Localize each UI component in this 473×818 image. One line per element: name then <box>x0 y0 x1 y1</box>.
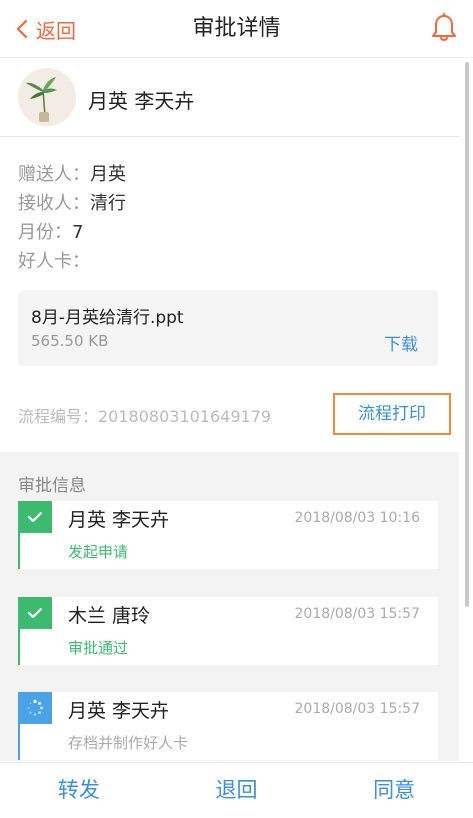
approval-section-title: 审批信息 <box>18 476 86 496</box>
field-value: 清行 <box>90 193 126 214</box>
field-card: 好人卡： <box>18 247 126 276</box>
approval-step: 月英 李天卉 2018/08/03 15:57 存档并制作好人卡 <box>18 692 438 760</box>
check-icon <box>18 501 52 533</box>
approval-step: 月英 李天卉 2018/08/03 10:16 发起申请 <box>18 501 438 569</box>
check-icon <box>18 597 52 629</box>
field-value: 7 <box>72 222 84 243</box>
field-label: 月份： <box>18 222 72 243</box>
approval-status: 审批通过 <box>68 639 129 657</box>
field-value: 月英 <box>90 164 126 185</box>
field-month: 月份：7 <box>18 218 126 247</box>
action-bar: 转发 退回 同意 <box>0 762 473 818</box>
approve-button[interactable]: 同意 <box>315 763 473 818</box>
approver-name: 月英 李天卉 <box>68 700 170 722</box>
avatar <box>18 68 76 126</box>
approval-step: 木兰 唐玲 2018/08/03 15:57 审批通过 <box>18 597 438 665</box>
approver-name: 月英 李天卉 <box>68 509 170 531</box>
field-sender: 赠送人：月英 <box>18 160 126 189</box>
reject-button[interactable]: 退回 <box>158 763 316 818</box>
process-number: 流程编号：20180803101649179 <box>18 407 272 426</box>
loading-icon <box>18 692 52 724</box>
attachment-card[interactable]: 8月-月英给清行.ppt 565.50 KB 下载 <box>18 290 438 366</box>
approval-status: 发起申请 <box>68 543 129 561</box>
bell-icon[interactable] <box>431 13 457 47</box>
scrollbar[interactable] <box>465 62 469 607</box>
detail-fields: 赠送人：月英 接收人：清行 月份：7 好人卡： <box>18 160 126 276</box>
applicant-name: 月英 李天卉 <box>88 89 195 113</box>
field-label: 好人卡： <box>18 251 90 272</box>
approval-status: 存档并制作好人卡 <box>68 734 189 752</box>
page-title: 审批详情 <box>192 16 281 41</box>
print-process-button[interactable]: 流程打印 <box>333 393 451 435</box>
field-label: 赠送人： <box>18 164 90 185</box>
download-link[interactable]: 下载 <box>384 330 418 355</box>
approval-time: 2018/08/03 15:57 <box>294 606 421 622</box>
field-receiver: 接收人：清行 <box>18 189 126 218</box>
approver-name: 木兰 唐玲 <box>68 605 151 627</box>
applicant-row: 月英 李天卉 <box>0 59 459 137</box>
approval-time: 2018/08/03 15:57 <box>294 701 421 717</box>
attachment-file-name: 8月-月英给清行.ppt <box>31 308 184 328</box>
approval-time: 2018/08/03 10:16 <box>294 510 421 526</box>
field-label: 接收人： <box>18 193 90 214</box>
forward-button[interactable]: 转发 <box>0 763 158 818</box>
approval-section: 审批信息 月英 李天卉 2018/08/03 10:16 发起申请 木兰 唐玲 … <box>0 452 459 761</box>
app-header: 返回 审批详情 <box>0 0 473 58</box>
attachment-file-size: 565.50 KB <box>31 332 109 350</box>
